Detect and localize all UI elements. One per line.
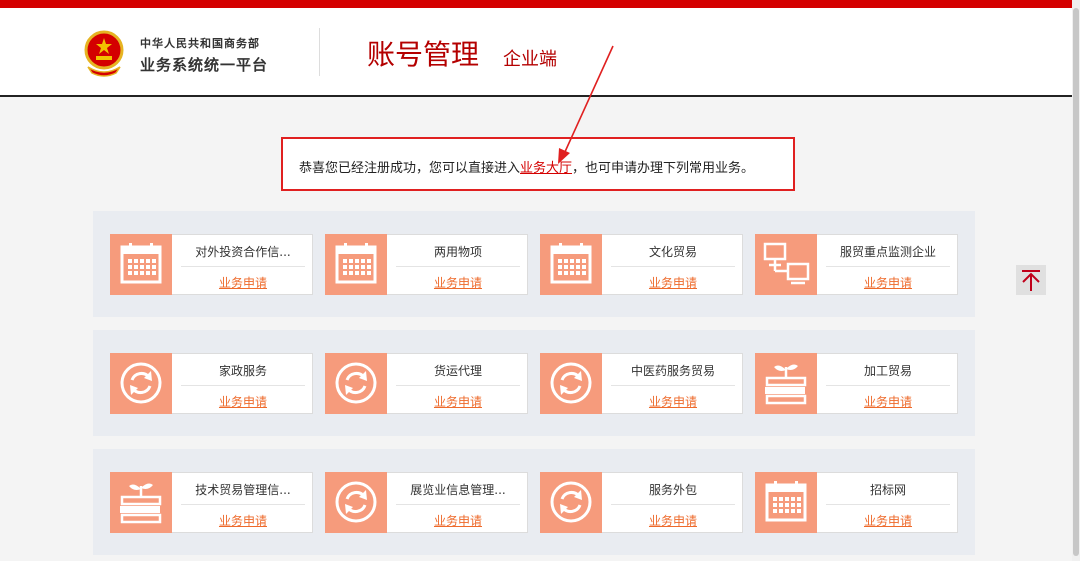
- service-group: 家政服务 业务申请 货运代理 业务申请 中医药服务贸易 业务申请 加工贸易 业务申请: [93, 330, 975, 436]
- top-red-bar: [0, 0, 1072, 8]
- card-divider: [611, 385, 735, 386]
- service-name: 对外投资合作信...: [195, 245, 291, 259]
- arrow-up-icon: [1022, 270, 1040, 291]
- apply-link[interactable]: 业务申请: [396, 274, 520, 291]
- apply-link[interactable]: 业务申请: [826, 512, 950, 529]
- refresh-icon: [540, 353, 602, 414]
- back-to-top-button[interactable]: [1016, 265, 1046, 295]
- apply-link[interactable]: 业务申请: [611, 274, 735, 291]
- service-card[interactable]: 服贸重点监测企业 业务申请: [755, 234, 958, 295]
- calendar-icon: [755, 472, 817, 533]
- success-notice: 恭喜您已经注册成功，您可以直接进入业务大厅，也可申请办理下列常用业务。: [281, 137, 795, 191]
- service-card[interactable]: 加工贸易 业务申请: [755, 353, 958, 414]
- apply-link[interactable]: 业务申请: [611, 512, 735, 529]
- service-name: 中医药服务贸易: [630, 364, 715, 378]
- card-divider: [181, 504, 305, 505]
- refresh-icon: [110, 353, 172, 414]
- refresh-icon: [540, 472, 602, 533]
- service-card[interactable]: 技术贸易管理信... 业务申请: [110, 472, 313, 533]
- service-name: 服贸重点监测企业: [839, 245, 936, 259]
- service-name: 服务外包: [648, 483, 697, 497]
- service-card[interactable]: 展览业信息管理... 业务申请: [325, 472, 528, 533]
- service-card[interactable]: 服务外包 业务申请: [540, 472, 743, 533]
- card-divider: [396, 504, 520, 505]
- refresh-icon: [325, 353, 387, 414]
- service-card[interactable]: 招标网 业务申请: [755, 472, 958, 533]
- apply-link[interactable]: 业务申请: [611, 393, 735, 410]
- calendar-icon: [110, 234, 172, 295]
- card-divider: [826, 385, 950, 386]
- scrollbar-thumb[interactable]: [1073, 8, 1079, 556]
- service-group: 对外投资合作信... 业务申请 两用物项 业务申请 文化贸易 业务申请 服贸重点监测企业 业务…: [93, 211, 975, 317]
- apply-link[interactable]: 业务申请: [826, 274, 950, 291]
- card-divider: [181, 385, 305, 386]
- notice-text-before: 恭喜您已经注册成功，您可以直接进入: [299, 161, 521, 176]
- books-plant-icon: [755, 353, 817, 414]
- org-name-line1: 中华人民共和国商务部: [140, 37, 260, 50]
- card-divider: [826, 266, 950, 267]
- service-card[interactable]: 中医药服务贸易业务申请: [540, 353, 743, 414]
- service-name: 家政服务: [218, 364, 267, 378]
- page-title: 账号管理: [367, 38, 480, 71]
- apply-link[interactable]: 业务申请: [826, 393, 950, 410]
- card-divider: [826, 504, 950, 505]
- calendar-icon: [540, 234, 602, 295]
- service-card[interactable]: 家政服务 业务申请: [110, 353, 313, 414]
- card-divider: [396, 385, 520, 386]
- service-name: 招标网: [869, 483, 906, 497]
- apply-link[interactable]: 业务申请: [181, 512, 305, 529]
- books-plant-icon: [110, 472, 172, 533]
- service-name: 加工贸易: [863, 364, 912, 378]
- service-card[interactable]: 文化贸易 业务申请: [540, 234, 743, 295]
- org-name-line2: 业务系统统一平台: [140, 56, 269, 74]
- service-name: 两用物项: [433, 245, 482, 259]
- page: 中华人民共和国商务部 业务系统统一平台 账号管理 企业端 恭喜您已经注册成功，您…: [0, 0, 1072, 561]
- service-group: 技术贸易管理信... 业务申请 展览业信息管理... 业务申请 服务外包 业务申请 招标网业…: [93, 449, 975, 555]
- service-name: 货运代理: [433, 364, 482, 378]
- service-name: 展览业信息管理...: [410, 483, 506, 497]
- header: 中华人民共和国商务部 业务系统统一平台 账号管理 企业端: [0, 8, 1072, 97]
- apply-link[interactable]: 业务申请: [181, 393, 305, 410]
- calendar-icon: [325, 234, 387, 295]
- service-name: 文化贸易: [648, 245, 697, 259]
- service-name: 技术贸易管理信...: [195, 483, 291, 497]
- card-divider: [611, 266, 735, 267]
- refresh-icon: [325, 472, 387, 533]
- card-divider: [181, 266, 305, 267]
- national-emblem-icon: [84, 30, 124, 77]
- service-card[interactable]: 两用物项 业务申请: [325, 234, 528, 295]
- card-divider: [611, 504, 735, 505]
- apply-link[interactable]: 业务申请: [396, 512, 520, 529]
- notice-text: 恭喜您已经注册成功，您可以直接进入业务大厅，也可申请办理下列常用业务。: [299, 157, 754, 176]
- card-divider: [396, 266, 520, 267]
- apply-link[interactable]: 业务申请: [396, 393, 520, 410]
- header-divider: [319, 28, 320, 76]
- apply-link[interactable]: 业务申请: [181, 274, 305, 291]
- service-card[interactable]: 对外投资合作信... 业务申请: [110, 234, 313, 295]
- service-card[interactable]: 货运代理 业务申请: [325, 353, 528, 414]
- network-icon: [755, 234, 817, 295]
- page-subtitle: 企业端: [503, 49, 557, 70]
- annotation-arrow-icon: [558, 45, 614, 164]
